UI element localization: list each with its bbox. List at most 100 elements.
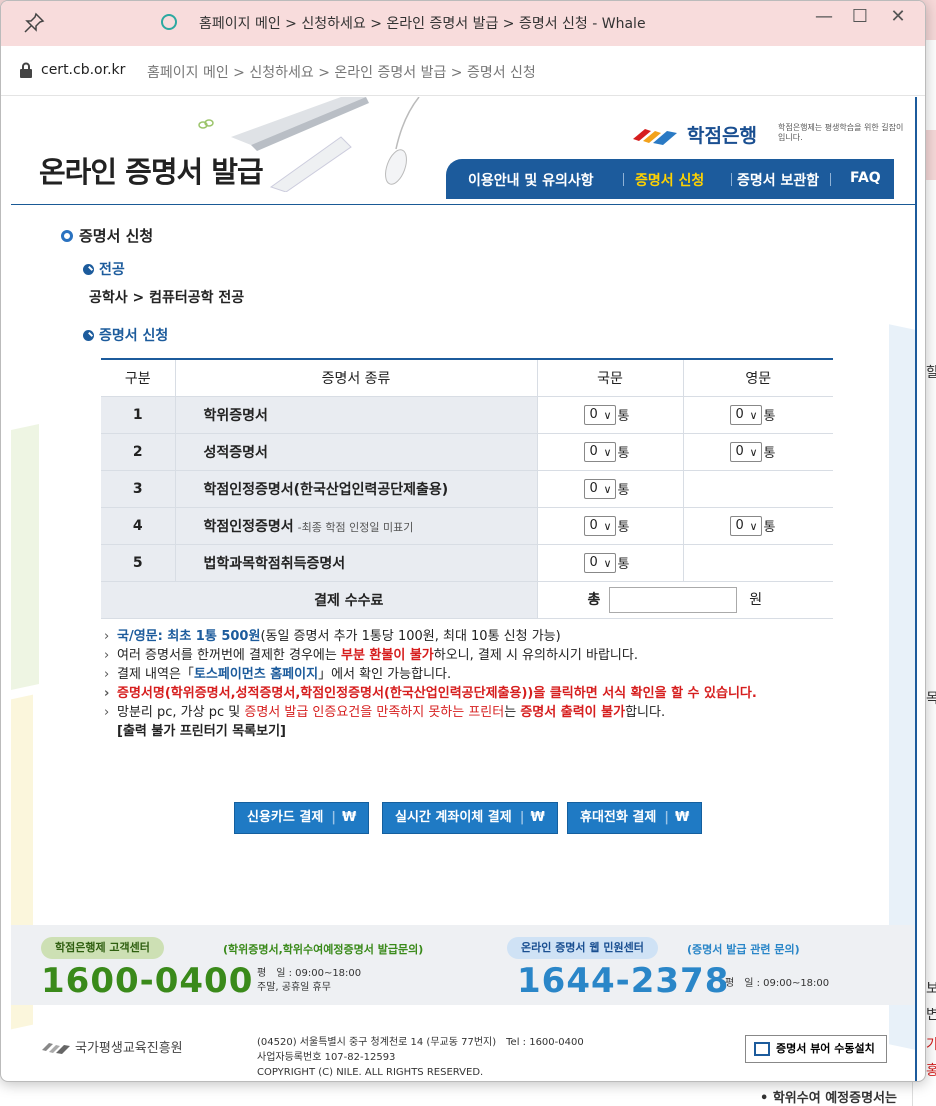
- qty-unit: 통: [763, 520, 776, 535]
- korean-qty-select[interactable]: 0 ∨: [583, 515, 616, 536]
- nav-separator: [623, 173, 624, 186]
- qty-value: 0: [589, 406, 598, 422]
- printer-list-link[interactable]: [출력 불가 프린터기 목록보기]: [103, 722, 843, 741]
- english-qty-cell: [682, 544, 833, 582]
- cert-name-cell: 학점인정증명서 -최종 학점 인정일 미표기: [174, 507, 537, 545]
- nav-guide[interactable]: 이용안내 및 유의사항: [468, 170, 594, 190]
- notice-text: 하오니, 결제 시 유의하시기 바랍니다.: [433, 648, 638, 663]
- english-qty-cell: 0 ∨ 통: [682, 396, 833, 434]
- nav-separator: [731, 173, 732, 186]
- english-qty-select[interactable]: 0 ∨: [729, 441, 762, 462]
- viewer-install-button[interactable]: 증명서 뷰어 수동설치: [745, 1035, 887, 1063]
- card-payment-button[interactable]: 신용카드 결제 | ₩: [234, 802, 370, 834]
- english-qty-select[interactable]: 0 ∨: [729, 404, 762, 425]
- cert-name-link[interactable]: 학위증명서: [204, 408, 268, 424]
- apply-label: 증명서 신청: [83, 325, 168, 345]
- notice-text: 는: [504, 705, 521, 720]
- bullet-icon: [83, 330, 94, 341]
- background-text: 보: [926, 981, 936, 997]
- footer-contact-band: 학점은행제 고객센터 (학위증명서,학위수여예정증명서 발급문의) 1600-0…: [11, 925, 915, 1005]
- minimize-button[interactable]: —: [807, 3, 841, 33]
- cert-name-cell: 법학과목학점취득증명서: [174, 544, 537, 582]
- qty-value: 0: [589, 443, 598, 459]
- center1-phone: 1600-0400: [41, 961, 254, 1001]
- cert-name-link[interactable]: 학점인정증명서: [204, 519, 294, 535]
- cert-name-link[interactable]: 학점인정증명서(한국산업인력공단제출용): [204, 482, 449, 498]
- qty-value: 0: [589, 554, 598, 570]
- header-english: 영문: [682, 359, 833, 397]
- english-qty-cell: 0 ∨ 통: [682, 507, 833, 545]
- notice-list: 국/영문: 최초 1통 500원(동일 증명서 추가 1통당 100원, 최대 …: [103, 627, 843, 741]
- center1-hours-weekend: 주말, 공휴일 휴무: [257, 982, 331, 993]
- apply-label-text: 증명서 신청: [99, 328, 169, 344]
- phone-payment-label: 휴대전화 결제: [580, 810, 657, 825]
- phone-payment-button[interactable]: 휴대전화 결제 | ₩: [567, 802, 703, 834]
- chevron-down-icon: ∨: [749, 519, 758, 533]
- fee-currency: 원: [749, 591, 763, 608]
- site-logo[interactable]: 학점은행 학점은행제는 평생학습을 위한 길잡이 입니다.: [631, 117, 911, 153]
- qty-unit: 통: [617, 409, 630, 424]
- notice-item: 망분리 pc, 가상 pc 및 증명서 발급 인증요건을 만족하지 못하는 프린…: [103, 703, 843, 722]
- center2-pill: 온라인 증명서 웹 민원센터: [507, 937, 658, 959]
- notice-highlight: 국/영문: 최초 1통 500원: [117, 629, 261, 644]
- page-title: 온라인 증명서 발급: [39, 155, 264, 189]
- qty-value: 0: [735, 443, 744, 459]
- url-host: cert.cb.or.kr: [41, 62, 126, 78]
- cert-name-link[interactable]: 법학과목학점취득증명서: [204, 556, 346, 572]
- chevron-down-icon: ∨: [603, 556, 612, 570]
- header-type: 구분: [101, 359, 175, 397]
- won-icon: ₩: [675, 810, 690, 825]
- chevron-down-icon: ∨: [749, 445, 758, 459]
- notice-highlight: 증명서 출력이 불가: [520, 705, 626, 720]
- maximize-button[interactable]: ☐: [843, 3, 877, 33]
- chevron-down-icon: ∨: [749, 408, 758, 422]
- major-label-text: 전공: [99, 262, 125, 278]
- korean-qty-select[interactable]: 0 ∨: [583, 478, 616, 499]
- monitor-icon: [754, 1042, 770, 1056]
- notice-text: 망분리 pc, 가상 pc 및: [117, 705, 245, 720]
- section-title: 증명서 신청: [61, 225, 153, 246]
- section-bullet-icon: [61, 230, 73, 242]
- table-header-row: 구분 증명서 종류 국문 영문: [101, 359, 833, 397]
- window-titlebar[interactable]: 홈페이지 메인 > 신청하세요 > 온라인 증명서 발급 > 증명서 신청 - …: [1, 1, 925, 46]
- nav-separator: [830, 173, 831, 186]
- korean-qty-select[interactable]: 0 ∨: [583, 441, 616, 462]
- address-block: (04520) 서울특별시 중구 청계천로 14 (무교동 77번지) Tel …: [257, 1035, 584, 1080]
- fee-total-field: [608, 586, 737, 613]
- center1-hours: 평 일 : 09:00~18:00 주말, 공휴일 휴무: [257, 967, 361, 995]
- nav-cert-storage[interactable]: 증명서 보관함: [737, 170, 819, 190]
- logo-name: 학점은행: [687, 125, 757, 147]
- logo-mark-icon: [633, 129, 677, 145]
- english-qty-cell: [682, 470, 833, 508]
- cert-name-link[interactable]: 성적증명서: [204, 445, 268, 461]
- korean-qty-select[interactable]: 0 ∨: [583, 552, 616, 573]
- nav-cert-apply[interactable]: 증명서 신청: [635, 170, 704, 190]
- bullet-icon: [83, 264, 94, 275]
- close-button[interactable]: ✕: [881, 3, 915, 33]
- fee-total-label: 총: [587, 591, 601, 608]
- agency-name: 국가평생교육진흥원: [75, 1041, 183, 1056]
- pin-icon[interactable]: [23, 12, 45, 34]
- nav-faq[interactable]: FAQ: [850, 170, 881, 186]
- row-number: 5: [101, 544, 175, 582]
- korean-qty-cell: 0 ∨ 통: [536, 507, 683, 545]
- transfer-payment-button[interactable]: 실시간 계좌이체 결제 | ₩: [382, 802, 558, 834]
- korean-qty-cell: 0 ∨ 통: [536, 470, 683, 508]
- header-korean: 국문: [536, 359, 683, 397]
- business-number: 사업자등록번호 107-82-12593: [257, 1052, 396, 1063]
- section-title-text: 증명서 신청: [79, 227, 154, 245]
- fee-row: 결제 수수료 총 원: [101, 581, 833, 619]
- center1-note: (학위증명서,학위수여예정증명서 발급문의): [223, 943, 424, 956]
- korean-qty-select[interactable]: 0 ∨: [583, 404, 616, 425]
- address-bar[interactable]: cert.cb.or.kr 홈페이지 메인 > 신청하세요 > 온라인 증명서 …: [1, 46, 925, 96]
- english-qty-cell: 0 ∨ 통: [682, 433, 833, 471]
- tosspayments-link[interactable]: 토스페이먼츠 홈페이지: [194, 667, 318, 682]
- notice-text: 」에서 확인 가능합니다.: [318, 667, 452, 682]
- cert-name-note: -최종 학점 인정일 미표기: [297, 520, 414, 534]
- fee-label: 결제 수수료: [101, 581, 537, 619]
- notice-text: 여러 증명서를 한꺼번에 결제한 경우에는: [117, 648, 341, 663]
- header-cert-kind: 증명서 종류: [174, 359, 537, 397]
- lock-icon: [20, 62, 32, 78]
- card-payment-label: 신용카드 결제: [247, 810, 324, 825]
- english-qty-select[interactable]: 0 ∨: [729, 515, 762, 536]
